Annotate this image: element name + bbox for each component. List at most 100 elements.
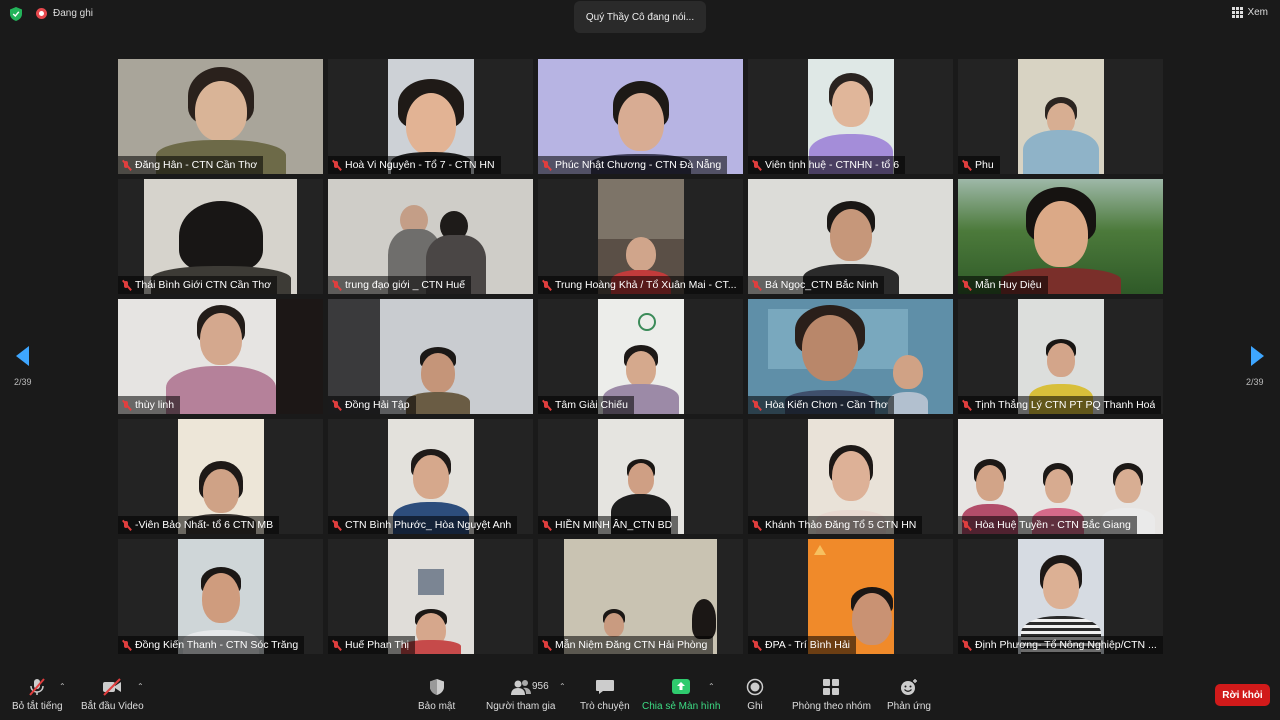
next-page-arrow-icon[interactable] xyxy=(1251,346,1264,366)
muted-mic-icon xyxy=(121,640,132,651)
page-indicator-right: 2/39 xyxy=(1246,377,1264,387)
security-button[interactable]: Bảo mật xyxy=(418,678,455,712)
muted-mic-icon xyxy=(541,160,552,171)
recording-label: Đang ghi xyxy=(53,8,94,19)
muted-mic-icon xyxy=(751,400,762,411)
participant-name-bar: Hoà Vi Nguyên - Tổ 7 - CTN HN xyxy=(328,156,501,174)
participant-tile[interactable]: Hoà Vi Nguyên - Tổ 7 - CTN HN xyxy=(328,59,533,174)
participant-tile[interactable]: HIỀN MINH ÂN_CTN BD xyxy=(538,419,743,534)
participant-name-bar: Hòa Kiến Chơn - Cần Thơ xyxy=(748,396,894,414)
participant-tile[interactable]: Đồng Kiến Thanh - CTN Sóc Trăng xyxy=(118,539,323,654)
participants-options-caret-icon[interactable]: ⌃ xyxy=(559,682,566,691)
chat-label: Trò chuyện xyxy=(580,701,630,712)
unmute-button[interactable]: Bỏ tắt tiếng xyxy=(12,678,63,712)
participant-name-bar: Mẫn Huy Diệu xyxy=(958,276,1048,294)
video-options-caret-icon[interactable]: ⌃ xyxy=(137,682,144,691)
record-button[interactable]: Ghi xyxy=(744,678,766,712)
participant-tile[interactable]: thùy linh xyxy=(118,299,323,414)
participant-tile[interactable]: Huế Phan Thị xyxy=(328,539,533,654)
share-options-caret-icon[interactable]: ⌃ xyxy=(708,682,715,691)
participant-tile[interactable]: Mẫn Niệm Đăng CTN Hải Phòng xyxy=(538,539,743,654)
meeting-top-bar: Đang ghi Quý Thầy Cô đang nói... Xem xyxy=(0,0,1280,33)
previous-page-arrow-icon[interactable] xyxy=(16,346,29,366)
participant-tile[interactable]: Hòa Kiến Chơn - Cần Thơ xyxy=(748,299,953,414)
participant-video xyxy=(1018,59,1104,174)
record-icon xyxy=(746,678,764,696)
muted-mic-icon xyxy=(121,280,132,291)
participant-tile[interactable]: Mẫn Huy Diệu xyxy=(958,179,1163,294)
audio-options-caret-icon[interactable]: ⌃ xyxy=(59,682,66,691)
participant-tile[interactable]: Thái Bình Giới CTN Cần Thơ xyxy=(118,179,323,294)
participant-tile[interactable]: Phu xyxy=(958,59,1163,174)
muted-mic-icon xyxy=(541,280,552,291)
participant-name: Thái Bình Giới CTN Cần Thơ xyxy=(135,279,272,291)
participant-tile[interactable]: Phúc Nhật Chương - CTN Đà Nẵng xyxy=(538,59,743,174)
participants-count: 956 xyxy=(532,681,549,692)
participant-name: HIỀN MINH ÂN_CTN BD xyxy=(555,519,673,531)
participant-tile[interactable]: ĐPA - Trí Bình Hải xyxy=(748,539,953,654)
participant-name-bar: thùy linh xyxy=(118,396,181,414)
participant-name: trung đạo giới _ CTN Huế xyxy=(345,279,466,291)
reactions-label: Phản ứng xyxy=(887,701,931,712)
breakout-rooms-grid-icon xyxy=(823,679,840,695)
view-button[interactable]: Xem xyxy=(1232,7,1268,18)
chat-button[interactable]: Trò chuyện xyxy=(580,678,630,712)
participants-icon xyxy=(510,680,531,695)
participant-name: Bá Ngọc_CTN Bắc Ninh xyxy=(765,279,879,291)
muted-mic-icon xyxy=(961,520,972,531)
muted-mic-icon xyxy=(751,160,762,171)
muted-mic-icon xyxy=(121,160,132,171)
meeting-controls-toolbar: Bỏ tắt tiếng ⌃ Bắt đầu Video ⌃ Bảo mật N… xyxy=(0,670,1280,720)
participant-name-bar: CTN Bình Phước_ Hòa Nguyệt Anh xyxy=(328,516,518,534)
muted-mic-icon xyxy=(751,280,762,291)
gallery-grid: Đăng Hân - CTN Cần Thơ Hoà Vi Nguyên - T… xyxy=(118,59,1163,655)
participant-name-bar: Huế Phan Thị xyxy=(328,636,416,654)
participant-tile[interactable]: Tịnh Thắng Lý CTN PT PQ Thanh Hoá xyxy=(958,299,1163,414)
participant-name-bar: Tịnh Thắng Lý CTN PT PQ Thanh Hoá xyxy=(958,396,1162,414)
video-camera-off-icon xyxy=(103,678,122,696)
muted-mic-icon xyxy=(751,640,762,651)
muted-mic-icon xyxy=(961,160,972,171)
participant-name-bar: -Viên Bảo Nhất- tổ 6 CTN MB xyxy=(118,516,280,534)
breakout-rooms-button[interactable]: Phòng theo nhóm xyxy=(792,678,871,712)
security-shield-icon[interactable] xyxy=(10,7,22,21)
participant-tile[interactable]: Viên tịnh huệ - CTNHN - tổ 6 xyxy=(748,59,953,174)
participant-name-bar: ĐPA - Trí Bình Hải xyxy=(748,636,856,654)
participant-tile[interactable]: Bá Ngọc_CTN Bắc Ninh xyxy=(748,179,953,294)
participant-name-bar: Viên tịnh huệ - CTNHN - tổ 6 xyxy=(748,156,906,174)
recording-indicator[interactable]: Đang ghi xyxy=(36,8,93,19)
breakout-rooms-label: Phòng theo nhóm xyxy=(792,701,871,712)
leave-meeting-button[interactable]: Rời khỏi xyxy=(1215,684,1270,706)
participant-tile[interactable]: Tâm Giải Chiếu xyxy=(538,299,743,414)
gallery-grid-icon xyxy=(1232,7,1244,18)
participant-name: Tịnh Thắng Lý CTN PT PQ Thanh Hoá xyxy=(975,399,1156,411)
participant-tile[interactable]: trung đạo giới _ CTN Huế xyxy=(328,179,533,294)
participant-name: thùy linh xyxy=(135,399,175,411)
participant-tile[interactable]: -Viên Bảo Nhất- tổ 6 CTN MB xyxy=(118,419,323,534)
shield-icon xyxy=(429,679,444,695)
participant-tile[interactable]: Trung Hoàng Khả / Tổ Xuân Mai - CT... xyxy=(538,179,743,294)
participant-name: Hòa Kiến Chơn - Cần Thơ xyxy=(765,399,888,411)
participant-tile[interactable]: Hòa Huệ Tuyền - CTN Bắc Giang xyxy=(958,419,1163,534)
participant-tile[interactable]: CTN Bình Phước_ Hòa Nguyệt Anh xyxy=(328,419,533,534)
participant-tile[interactable]: Định Phương- Tổ Nông Nghiệp/CTN ... xyxy=(958,539,1163,654)
participant-name-bar: Đồng Hải Tập xyxy=(328,396,416,414)
active-speaker-banner: Quý Thầy Cô đang nói... xyxy=(574,1,706,33)
start-video-label: Bắt đầu Video xyxy=(81,701,144,712)
muted-microphone-icon xyxy=(29,678,46,696)
participant-name-bar: Thái Bình Giới CTN Cần Thơ xyxy=(118,276,278,294)
participant-name-bar: Khánh Thảo Đăng Tổ 5 CTN HN xyxy=(748,516,923,534)
muted-mic-icon xyxy=(121,400,132,411)
page-indicator-left: 2/39 xyxy=(14,377,32,387)
reactions-button[interactable]: Phản ứng xyxy=(887,678,931,712)
muted-mic-icon xyxy=(961,640,972,651)
participant-tile[interactable]: Đăng Hân - CTN Cần Thơ xyxy=(118,59,323,174)
record-label: Ghi xyxy=(747,701,763,712)
muted-mic-icon xyxy=(961,400,972,411)
participant-name-bar: Tâm Giải Chiếu xyxy=(538,396,634,414)
participant-name: ĐPA - Trí Bình Hải xyxy=(765,639,850,651)
participant-tile[interactable]: Khánh Thảo Đăng Tổ 5 CTN HN xyxy=(748,419,953,534)
participant-tile[interactable]: Đồng Hải Tập xyxy=(328,299,533,414)
start-video-button[interactable]: Bắt đầu Video xyxy=(81,678,144,712)
participant-name: Trung Hoàng Khả / Tổ Xuân Mai - CT... xyxy=(555,279,737,291)
